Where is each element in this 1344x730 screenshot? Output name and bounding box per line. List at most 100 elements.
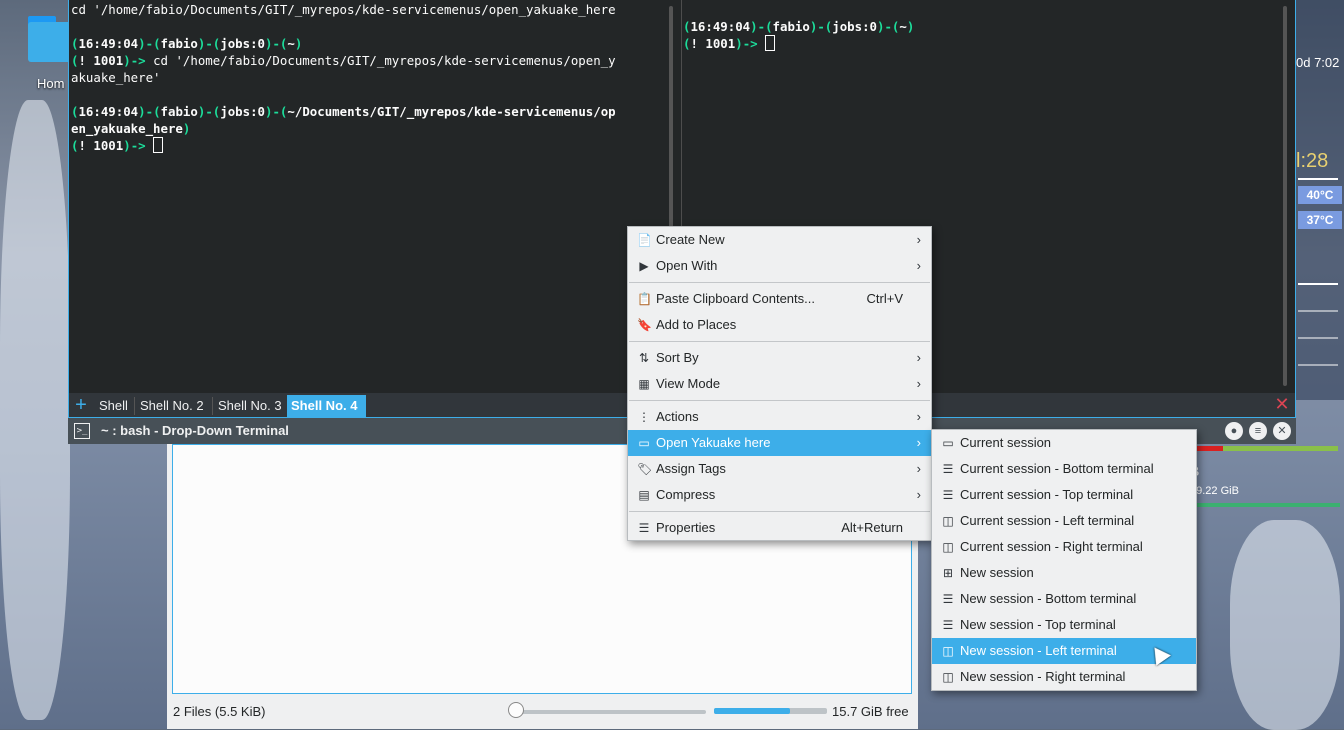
submenu-item-label: New session - Top terminal [960, 617, 1116, 632]
menu-item-assign-tags[interactable]: 🏷 Assign Tags › [628, 456, 931, 482]
terminal-cursor [153, 137, 164, 153]
split-horizontal-icon: ☰ [942, 462, 954, 476]
menu-item-label: Compress [656, 487, 716, 502]
terminal-text: cd '/home/fabio/Documents/GIT/_myrepos/k… [71, 2, 616, 17]
menu-item-label: Assign Tags [656, 461, 726, 476]
menu-item-label: Properties [656, 520, 716, 535]
terminal-text: jobs:0 [220, 36, 266, 51]
terminal-app-icon: >_ [74, 423, 90, 439]
terminal-line: (16:49:04)-(fabio)-(jobs:0)-(~) [683, 18, 1283, 35]
menu-item-sort-by[interactable]: ⇅ Sort By › [628, 345, 931, 371]
terminal-text: )-( [138, 36, 161, 51]
submenu-item-label: New session - Bottom terminal [960, 591, 1137, 606]
sort-icon: ⇅ [638, 351, 650, 365]
menu-item-label: View Mode [656, 376, 721, 391]
menu-shortcut: Ctrl+V [866, 291, 903, 306]
menu-item-paste-clipboard-contents[interactable]: 📋 Paste Clipboard Contents... Ctrl+V [628, 286, 931, 312]
chevron-right-icon: › [916, 232, 921, 247]
menu-item-create-new[interactable]: 📄 Create New › [628, 227, 931, 253]
submenu-item-current-session-top-terminal[interactable]: ☰ Current session - Top terminal [932, 482, 1196, 508]
terminal-text: ) [182, 121, 191, 136]
terminal-icon: ▭ [942, 436, 954, 450]
menu-separator [629, 341, 930, 342]
terminal-text: ! 1001 [78, 138, 124, 153]
submenu-item-new-session[interactable]: ⊞ New session [932, 560, 1196, 586]
menu-item-compress[interactable]: ▤ Compress › [628, 482, 931, 508]
terminal-text: cd '/home/fabio/Documents/GIT/_myrepos/k… [153, 53, 616, 68]
menu-item-open-yakuake-here[interactable]: ▭ Open Yakuake here › [628, 430, 931, 456]
tab-separator [134, 397, 135, 415]
submenu-item-label: New session - Left terminal [960, 643, 1117, 658]
submenu-item-label: Current session - Top terminal [960, 487, 1134, 502]
bookmark-icon: 🔖 [637, 318, 652, 332]
menu-item-label: Open Yakuake here [656, 435, 771, 450]
submenu-item-new-session-bottom-terminal[interactable]: ☰ New session - Bottom terminal [932, 586, 1196, 612]
chevron-right-icon: › [916, 376, 921, 391]
more-vertical-icon: ⋮ [638, 410, 650, 424]
terminal-pane-left[interactable]: cd '/home/fabio/Documents/GIT/_myrepos/k… [71, 0, 671, 393]
menu-item-properties[interactable]: ☰ Properties Alt+Return [628, 515, 931, 541]
submenu-item-new-session-right-terminal[interactable]: ◫ New session - Right terminal [932, 664, 1196, 690]
terminal-text: 16:49:04 [690, 19, 751, 34]
menu-item-open-with[interactable]: ▶ Open With › [628, 253, 931, 279]
uptime-text: 0d 7:02 [1296, 55, 1340, 70]
zoom-slider-handle[interactable] [508, 702, 524, 718]
tab-shell-3[interactable]: Shell No. 3 [214, 395, 286, 417]
terminal-text: fabio [772, 19, 810, 34]
capacity-bar [714, 708, 827, 714]
disk-bar [1180, 503, 1340, 507]
terminal-cursor [765, 35, 776, 51]
close-window-icon[interactable]: ✕ [1273, 422, 1291, 440]
menu-separator [629, 511, 930, 512]
chevron-right-icon: › [916, 461, 921, 476]
menu-item-label: Paste Clipboard Contents... [656, 291, 815, 306]
new-tab-plus-icon[interactable]: + [71, 395, 91, 415]
terminal-text: jobs:0 [832, 19, 878, 34]
terminal-text: )-> [123, 138, 154, 153]
scrollbar-right[interactable] [1283, 6, 1287, 386]
terminal-text: ~/Documents/GIT/_myrepos/kde-servicemenu… [287, 104, 616, 119]
submenu-item-current-session-right-terminal[interactable]: ◫ Current session - Right terminal [932, 534, 1196, 560]
clock-text: l:28 [1296, 150, 1329, 172]
terminal-text: )-( [265, 36, 288, 51]
terminal-text: )-( [877, 19, 900, 34]
submenu-item-new-session-top-terminal[interactable]: ☰ New session - Top terminal [932, 612, 1196, 638]
tab-shell-4[interactable]: Shell No. 4 [287, 395, 366, 417]
tree-left [0, 100, 70, 720]
widget-line [1298, 337, 1338, 339]
tree-right [1230, 520, 1340, 730]
free-space-text: 15.7 GiB free [832, 704, 909, 719]
menu-item-add-to-places[interactable]: 🔖 Add to Places [628, 312, 931, 338]
tab-shell-1[interactable]: Shell [95, 395, 132, 417]
properties-icon: ☰ [638, 521, 650, 535]
submenu-item-label: Current session - Bottom terminal [960, 461, 1154, 476]
menu-shortcut: Alt+Return [841, 520, 903, 535]
menu-item-actions[interactable]: ⋮ Actions › [628, 404, 931, 430]
close-tab-icon[interactable]: ✕ [1273, 395, 1291, 413]
chevron-right-icon: › [916, 487, 921, 502]
keep-open-icon[interactable]: ● [1225, 422, 1243, 440]
terminal-line: cd '/home/fabio/Documents/GIT/_myrepos/k… [71, 1, 671, 18]
submenu-item-current-session[interactable]: ▭ Current session [932, 430, 1196, 456]
chevron-right-icon: › [916, 435, 921, 450]
terminal-text: jobs:0 [220, 104, 266, 119]
terminal-text: ~ [287, 36, 295, 51]
zoom-slider-track[interactable] [516, 710, 706, 714]
home-folder-label[interactable]: Hom [37, 76, 64, 91]
submenu-item-current-session-left-terminal[interactable]: ◫ Current session - Left terminal [932, 508, 1196, 534]
menu-item-view-mode[interactable]: ▦ View Mode › [628, 371, 931, 397]
terminal-text: ) [906, 19, 915, 34]
submenu-item-current-session-bottom-terminal[interactable]: ☰ Current session - Bottom terminal [932, 456, 1196, 482]
terminal-line: (! 1001)-> [71, 137, 671, 154]
tab-shell-2[interactable]: Shell No. 2 [136, 395, 208, 417]
window-title: ~ : bash - Drop-Down Terminal [101, 423, 289, 438]
split-horizontal-icon: ☰ [942, 592, 954, 606]
terminal-text: ~ [899, 19, 907, 34]
terminal-line: (! 1001)-> cd '/home/fabio/Documents/GIT… [71, 52, 671, 69]
menu-icon[interactable]: ≡ [1249, 422, 1267, 440]
disk-size-text: 19.22 GiB [1190, 485, 1239, 497]
submenu-item-label: Current session - Left terminal [960, 513, 1135, 528]
menu-separator [629, 400, 930, 401]
